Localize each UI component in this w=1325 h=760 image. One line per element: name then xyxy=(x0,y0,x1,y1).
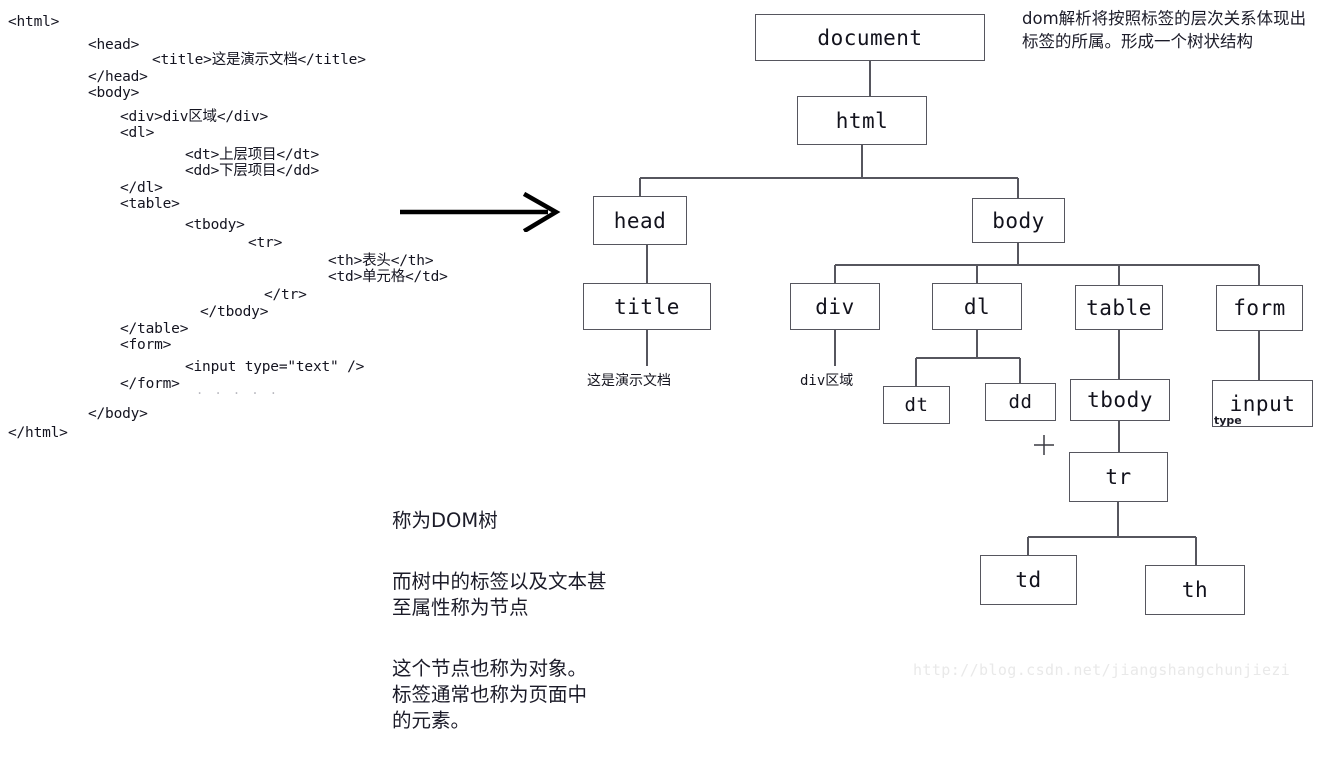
tree-node-div[interactable]: div xyxy=(790,283,880,330)
diagram-canvas: <html> <head> <title>这是演示文档</title> </head>… xyxy=(0,0,1325,732)
tree-node-form[interactable]: form xyxy=(1216,285,1303,331)
tree-node-th[interactable]: th xyxy=(1145,565,1245,615)
note-dom-parse: dom解析将按照标签的层次关系体现出标签的所属。形成一个树状结构 xyxy=(1022,9,1307,51)
code-line: <title>这是演示文档</title> xyxy=(152,52,366,68)
watermark: http://blog.csdn.net/jiangshangchunjiezi xyxy=(913,661,1291,679)
arrow-icon xyxy=(400,191,561,234)
tree-node-tr[interactable]: tr xyxy=(1069,452,1168,502)
tree-attr-input-type-attr: type xyxy=(1214,414,1242,427)
code-line: <head> xyxy=(88,37,140,53)
code-line: </dl> xyxy=(120,180,163,196)
note-paragraph-3: 这个节点也称为对象。 标签通常也称为页面中 的元素。 xyxy=(392,657,588,732)
note-paragraph-2: 而树中的标签以及文本甚 至属性称为节点 xyxy=(392,570,607,619)
tree-node-dt[interactable]: dt xyxy=(883,386,950,424)
tree-node-title[interactable]: title xyxy=(583,283,711,330)
flow-arrow xyxy=(398,191,563,234)
code-line: </form> xyxy=(120,376,180,392)
code-line: </body> xyxy=(88,406,148,422)
code-line: <html> xyxy=(8,14,60,30)
tree-node-tbody[interactable]: tbody xyxy=(1070,379,1170,421)
tree-node-document[interactable]: document xyxy=(755,14,985,61)
code-line: <dt>上层项目</dt> xyxy=(185,147,319,163)
code-line: <tbody> xyxy=(185,217,245,233)
code-line: <th>表头</th> xyxy=(328,253,434,269)
tree-node-td[interactable]: td xyxy=(980,555,1077,605)
code-line: <form> xyxy=(120,337,172,353)
code-line: </html> xyxy=(8,425,68,441)
note-dom-tree: 称为DOM树 而树中的标签以及文本甚 至属性称为节点 这个节点也称为对象。 标签… xyxy=(392,482,712,760)
code-line: </tr> xyxy=(264,287,307,303)
code-ellipsis: . . . . . xyxy=(196,383,280,397)
note-paragraph-1: 称为DOM树 xyxy=(392,509,498,532)
code-line: </head> xyxy=(88,69,148,85)
code-line: <body> xyxy=(88,85,140,101)
code-line: <dd>下层项目</dd> xyxy=(185,163,319,179)
code-line: <dl> xyxy=(120,125,155,141)
code-line: <tr> xyxy=(248,235,283,251)
crosshair-icon xyxy=(1034,435,1054,455)
tree-node-head[interactable]: head xyxy=(593,196,687,245)
code-line: <table> xyxy=(120,196,180,212)
tree-leaf-div-text: div区域 xyxy=(800,373,854,389)
code-line: </tbody> xyxy=(200,304,269,320)
code-line: <input type="text" /> xyxy=(185,359,365,375)
tree-node-body[interactable]: body xyxy=(972,198,1065,243)
tree-leaf-title-text: 这是演示文档 xyxy=(587,373,671,389)
code-line: </table> xyxy=(120,321,189,337)
code-line: <div>div区域</div> xyxy=(120,109,269,125)
tree-node-dl[interactable]: dl xyxy=(932,283,1022,330)
code-line: <td>单元格</td> xyxy=(328,269,448,285)
tree-node-table[interactable]: table xyxy=(1075,285,1163,330)
tree-node-dd[interactable]: dd xyxy=(985,383,1056,421)
crosshair-cursor-icon xyxy=(1030,431,1058,459)
tree-node-html[interactable]: html xyxy=(797,96,927,145)
